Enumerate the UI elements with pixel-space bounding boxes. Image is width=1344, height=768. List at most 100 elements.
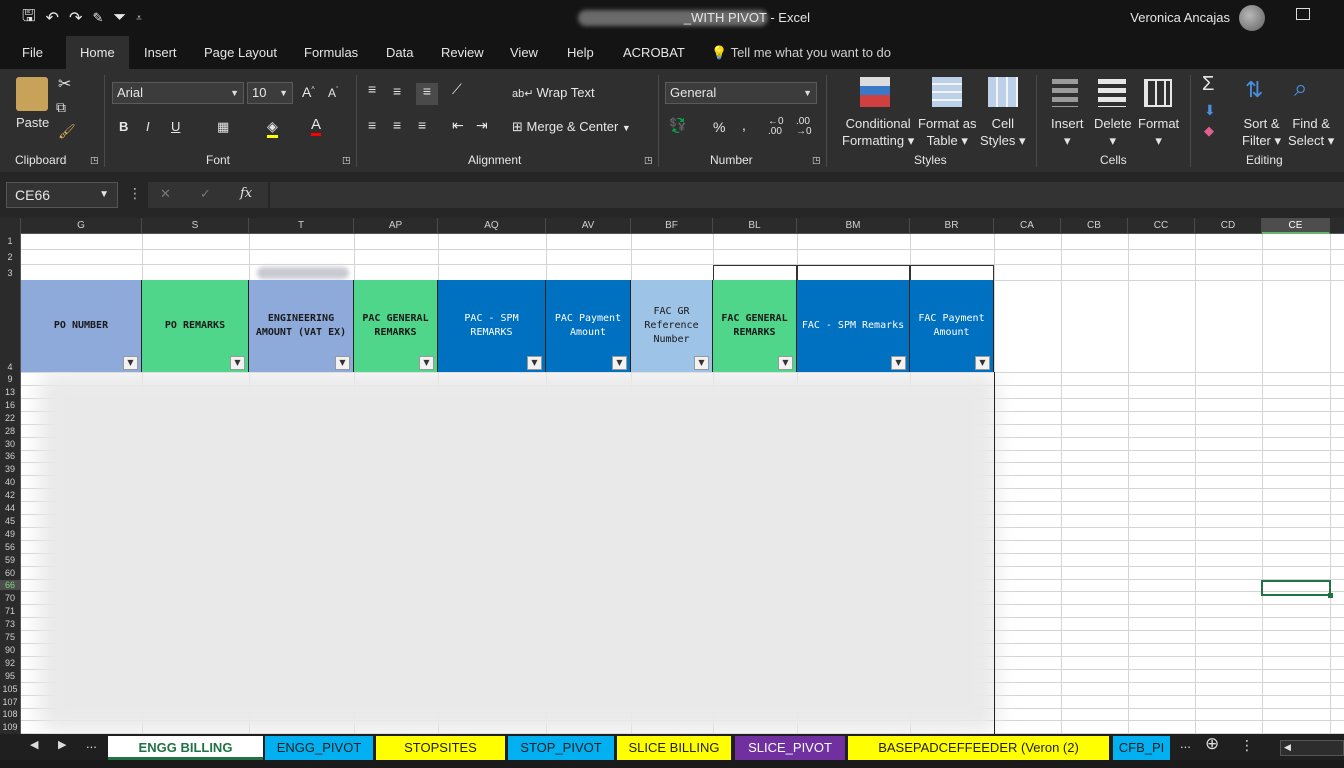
tab-home[interactable]: Home [66,36,129,69]
merge-center-button[interactable]: ⊞ Merge & Center ▼ [512,119,631,135]
tab-review[interactable]: Review [430,36,495,69]
underline-button[interactable]: U [171,119,180,134]
insert-function-icon[interactable]: fx [240,186,252,201]
find-select-button[interactable]: Find & Select ▾ [1288,115,1334,149]
row-header[interactable]: 30 [0,439,20,449]
column-header[interactable]: CC [1128,218,1195,234]
filter-dropdown-icon[interactable]: ▼ [612,356,627,370]
format-cells-icon[interactable] [1144,79,1172,107]
paste-icon[interactable] [16,77,48,111]
row-header[interactable]: 59 [0,555,20,565]
column-header[interactable]: T [249,218,354,234]
align-center-icon[interactable]: ≡ [393,117,401,133]
clear-icon[interactable]: ◆ [1204,123,1214,139]
table-header-cell[interactable]: PO NUMBER ▼ [21,280,142,372]
row-header[interactable]: 1 [0,236,20,246]
column-header[interactable]: BM [797,218,910,234]
filter-dropdown-icon[interactable]: ▼ [335,356,350,370]
filter-dropdown-icon[interactable]: ▼ [123,356,138,370]
format-painter-icon[interactable]: 🖌 [58,123,76,140]
row-header[interactable]: 70 [0,593,20,603]
row-header[interactable]: 22 [0,413,20,423]
select-all-corner[interactable] [0,218,21,234]
worksheet-grid[interactable]: PO NUMBER ▼ PO REMARKS ▼ ENGINEERING AMOUNT … [21,234,1344,734]
row-header[interactable]: 49 [0,529,20,539]
row-header[interactable]: 109 [0,722,20,732]
row-header[interactable]: 40 [0,477,20,487]
row-header[interactable]: 66 [0,580,20,591]
autosum-icon[interactable]: Σ [1202,73,1214,96]
horizontal-scrollbar[interactable]: ◀ [1280,740,1344,756]
cell-styles-icon[interactable] [988,77,1018,107]
row-header[interactable]: 28 [0,426,20,436]
tab-view[interactable]: View [499,36,549,69]
bold-button[interactable]: B [119,119,128,134]
row-header[interactable]: 36 [0,451,20,461]
user-name[interactable]: Veronica Ancajas [1130,10,1230,25]
table-header-cell[interactable]: FAC - SPM Remarks ▼ [797,280,910,372]
find-select-icon[interactable]: ⌕ [1294,75,1307,103]
increase-font-icon[interactable]: A^ [302,84,315,100]
row-header[interactable]: 108 [0,709,20,719]
align-top-icon[interactable]: ≡ [368,81,376,97]
row-header[interactable]: 4 [0,362,20,372]
decrease-font-icon[interactable]: Aˇ [328,86,338,100]
fill-icon[interactable]: ⬇ [1204,102,1216,119]
row-header[interactable]: 60 [0,568,20,578]
orientation-icon[interactable]: ⟋ [452,81,462,98]
paste-button-label[interactable]: Paste [16,115,49,130]
filter-dropdown-icon[interactable]: ▼ [778,356,793,370]
align-middle-icon[interactable]: ≡ [393,83,401,99]
conditional-formatting-icon[interactable] [860,77,890,107]
delete-button[interactable]: Delete ▾ [1094,115,1132,149]
bordered-cell[interactable] [713,265,797,280]
table-header-cell[interactable]: ENGINEERING AMOUNT (VAT EX) ▼ [249,280,354,372]
font-size-combo[interactable]: 10 ▼ [247,82,293,104]
tab-acrobat[interactable]: ACROBAT [612,36,696,69]
more-tabs-left[interactable]: ... [86,736,97,751]
delete-cells-icon[interactable] [1098,79,1126,107]
increase-decimal-icon[interactable]: ←0.00 [768,117,784,137]
wrap-text-button[interactable]: ab↵ Wrap Text [512,85,595,100]
tab-formulas[interactable]: Formulas [293,36,369,69]
tab-insert[interactable]: Insert [133,36,188,69]
row-header[interactable]: 56 [0,542,20,552]
row-header[interactable]: 90 [0,645,20,655]
row-header[interactable]: 9 [0,374,20,384]
column-header-selected[interactable]: CE [1262,218,1330,234]
format-as-table-button[interactable]: Format as Table ▾ [918,115,977,149]
conditional-formatting-button[interactable]: Conditional Formatting ▾ [842,115,914,149]
name-box[interactable]: CE66 ▼ [6,182,118,208]
row-header[interactable]: 16 [0,400,20,410]
format-button[interactable]: Format ▾ [1138,115,1179,149]
more-options-icon[interactable]: ⋮ [128,185,142,202]
fill-color-icon[interactable]: ◈ [267,118,278,138]
column-header[interactable]: CD [1195,218,1262,234]
sheet-tab[interactable]: CFB_PI [1113,736,1170,760]
copy-icon[interactable]: ⧉ [56,99,66,116]
row-header[interactable]: 73 [0,619,20,629]
align-right-icon[interactable]: ≡ [418,117,426,133]
font-launcher-icon[interactable]: ◳ [342,155,351,166]
more-tabs-right[interactable]: ... [1180,736,1191,751]
row-header[interactable]: 105 [0,684,20,694]
increase-indent-icon[interactable]: ⇥ [476,117,488,134]
tab-options-icon[interactable]: ⋮ [1240,737,1254,754]
column-header[interactable]: CB [1061,218,1128,234]
number-format-combo[interactable]: General ▼ [665,82,817,104]
align-bottom-icon[interactable]: ≡ [416,83,438,105]
row-header[interactable]: 92 [0,658,20,668]
sheet-tab[interactable]: SLICE BILLING [617,736,731,760]
tab-help[interactable]: Help [556,36,605,69]
user-avatar[interactable] [1239,5,1265,31]
column-header[interactable]: G [21,218,142,234]
filter-dropdown-icon[interactable]: ▼ [230,356,245,370]
comma-style-button[interactable]: , [742,117,746,133]
table-header-cell[interactable]: FAC GENERAL REMARKS ▼ [713,280,797,372]
number-launcher-icon[interactable]: ◳ [812,155,821,166]
column-header[interactable]: AQ [438,218,546,234]
alignment-launcher-icon[interactable]: ◳ [644,155,653,166]
table-header-cell[interactable]: PO REMARKS ▼ [142,280,249,372]
cut-icon[interactable]: ✂ [58,74,71,94]
add-sheet-icon[interactable]: ⊕ [1205,734,1219,754]
